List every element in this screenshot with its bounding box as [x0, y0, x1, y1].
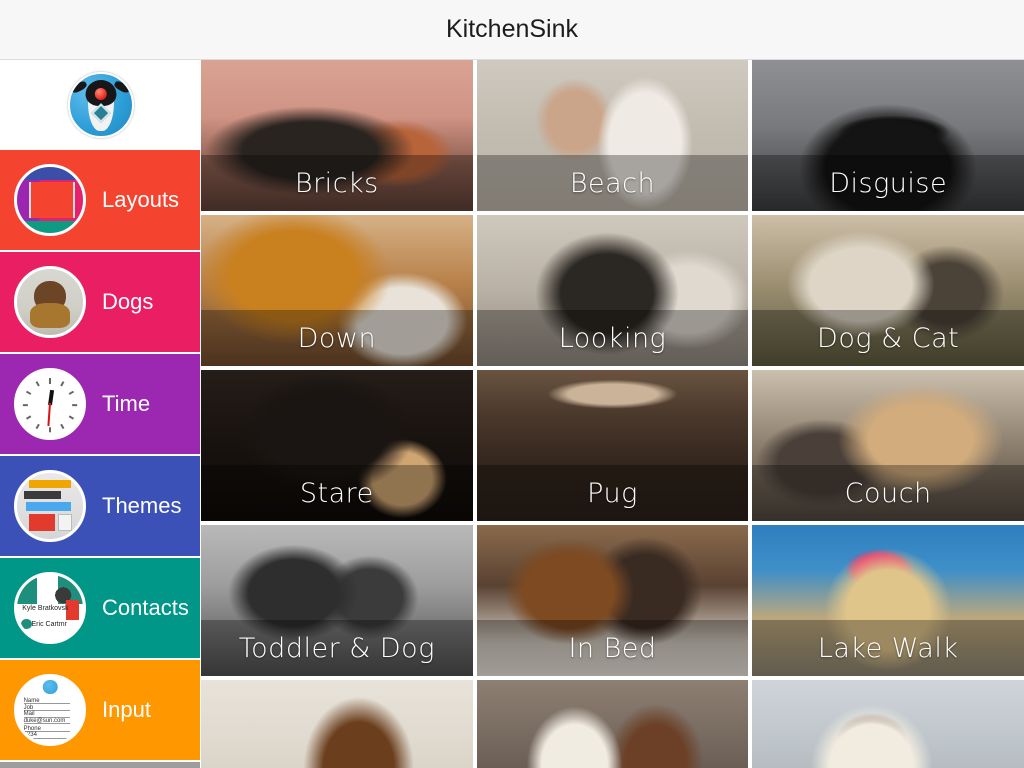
grid-tile[interactable]: Down	[201, 215, 473, 366]
tile-caption-band: Looking	[476, 310, 749, 366]
tile-caption-band: Stare	[201, 465, 473, 521]
clock-tick	[35, 381, 40, 388]
theme-swatch	[26, 502, 72, 511]
tile-caption-band: Disguise	[752, 155, 1024, 211]
tile-caption-band: Dog & Cat	[752, 310, 1024, 366]
grid-tile[interactable]	[201, 680, 473, 768]
contacts-name-1: Kyle Bratkovsk	[22, 605, 69, 613]
grid-tile[interactable]: Couch	[752, 370, 1024, 521]
input-avatar	[42, 679, 58, 695]
clock-tick	[25, 415, 32, 421]
clock-second-hand	[47, 402, 51, 427]
tile-caption: Dog & Cat	[817, 322, 960, 354]
sidebar-item-themes[interactable]: Themes	[0, 456, 200, 556]
sidebar-logo-block	[0, 60, 201, 150]
clock-tick	[49, 378, 51, 384]
sidebar-item-label: Time	[102, 391, 151, 416]
clock-tick	[68, 391, 75, 396]
grid-tile[interactable]: Lake Walk	[752, 525, 1024, 676]
tile-photo	[752, 680, 1024, 768]
tile-caption: Disguise	[829, 167, 948, 199]
sidebar-item-more[interactable]	[0, 762, 200, 768]
tile-caption-band: Bricks	[201, 155, 473, 211]
input-field-line	[23, 737, 70, 739]
app-header: KitchenSink	[0, 0, 1024, 60]
sidebar-item-contacts[interactable]: Kyle Bratkovsk Eric Cartmr Contacts	[0, 558, 200, 658]
grid-tile[interactable]: Dog & Cat	[752, 215, 1024, 366]
input-icon: Name Job Mail duke@sun.com Phone 1234	[14, 674, 86, 746]
sidebar: Layouts Dogs Time Themes Kyle Bratkovsk Eric …	[0, 60, 201, 768]
sidebar-item-layouts[interactable]: Layouts	[0, 150, 200, 250]
tile-caption: Couch	[844, 477, 932, 509]
tile-caption-band: Toddler & Dog	[201, 620, 473, 676]
sidebar-item-input[interactable]: Name Job Mail duke@sun.com Phone 1234 Input	[0, 660, 200, 760]
sidebar-item-time[interactable]: Time	[0, 354, 200, 454]
layouts-icon	[14, 164, 86, 236]
grid-tile[interactable]	[476, 680, 749, 768]
grid-tile[interactable]: Beach	[476, 60, 749, 211]
contacts-name-2: Eric Cartmr	[31, 621, 67, 629]
kitchensink-app: KitchenSink Layouts Dogs Time Themes Kyle Br…	[0, 0, 1024, 768]
grid-tile[interactable]: In Bed	[476, 525, 749, 676]
tile-caption-band: In Bed	[476, 620, 749, 676]
tile-caption: Down	[297, 322, 377, 354]
grid-tile[interactable]: Stare	[201, 370, 473, 521]
duke-java-logo-icon	[67, 72, 134, 138]
tile-caption: Looking	[558, 322, 667, 354]
tile-caption: In Bed	[568, 632, 657, 664]
tile-caption-band: Down	[201, 310, 473, 366]
tile-caption: Lake Walk	[817, 632, 959, 664]
clock-icon	[14, 368, 86, 440]
tile-caption-band: Pug	[476, 465, 749, 521]
sidebar-item-label: Themes	[102, 493, 182, 518]
clock-tick	[25, 391, 32, 396]
theme-swatch	[57, 513, 73, 532]
clock-tick	[60, 381, 65, 388]
clock-tick	[71, 404, 78, 407]
sidebar-item-label: Contacts	[102, 595, 189, 620]
tile-caption: Pug	[587, 477, 638, 509]
grid-tile[interactable]: Disguise	[752, 60, 1024, 211]
sidebar-item-label: Input	[102, 697, 151, 722]
sidebar-item-label: Dogs	[102, 289, 154, 314]
tile-caption: Toddler & Dog	[238, 632, 435, 664]
tile-caption: Beach	[569, 167, 656, 199]
theme-swatch	[23, 491, 61, 500]
clock-tick	[60, 424, 65, 430]
page-title: KitchenSink	[445, 15, 579, 43]
clock-face	[20, 374, 80, 434]
themes-icon	[14, 470, 86, 542]
clock-tick	[35, 424, 40, 430]
grid-tile[interactable]: Toddler & Dog	[201, 525, 473, 676]
grid-tile[interactable]	[752, 680, 1024, 768]
tile-caption: Stare	[299, 477, 374, 509]
tile-photo	[201, 680, 473, 768]
grid-tile[interactable]: Bricks	[201, 60, 473, 211]
clock-tick	[68, 415, 75, 421]
tile-grid-scroll-area[interactable]: Bricks Beach Disguise Down Looking Dog & Cat S…	[201, 60, 1024, 768]
dogs-icon	[14, 266, 86, 338]
contacts-avatar	[20, 618, 32, 630]
sidebar-item-dogs[interactable]: Dogs	[0, 252, 200, 352]
sidebar-item-list: Layouts Dogs Time Themes Kyle Bratkovsk Eric …	[0, 150, 201, 768]
tile-caption: Bricks	[294, 167, 379, 199]
input-field-line	[23, 723, 70, 725]
tile-caption-band: Couch	[752, 465, 1024, 521]
theme-swatch	[28, 513, 56, 532]
contacts-icon: Kyle Bratkovsk Eric Cartmr	[14, 572, 86, 644]
tile-grid: Bricks Beach Disguise Down Looking Dog & Cat S…	[201, 60, 1024, 768]
sidebar-item-label: Layouts	[102, 187, 180, 212]
tile-caption-band: Beach	[476, 155, 749, 211]
tile-photo	[476, 680, 749, 768]
clock-tick	[22, 404, 29, 407]
tile-caption-band: Lake Walk	[752, 620, 1024, 676]
app-body: Layouts Dogs Time Themes Kyle Bratkovsk Eric …	[0, 60, 1024, 768]
grid-tile[interactable]: Pug	[476, 370, 749, 521]
clock-tick	[49, 427, 51, 433]
grid-tile[interactable]: Looking	[476, 215, 749, 366]
theme-swatch	[28, 479, 72, 488]
